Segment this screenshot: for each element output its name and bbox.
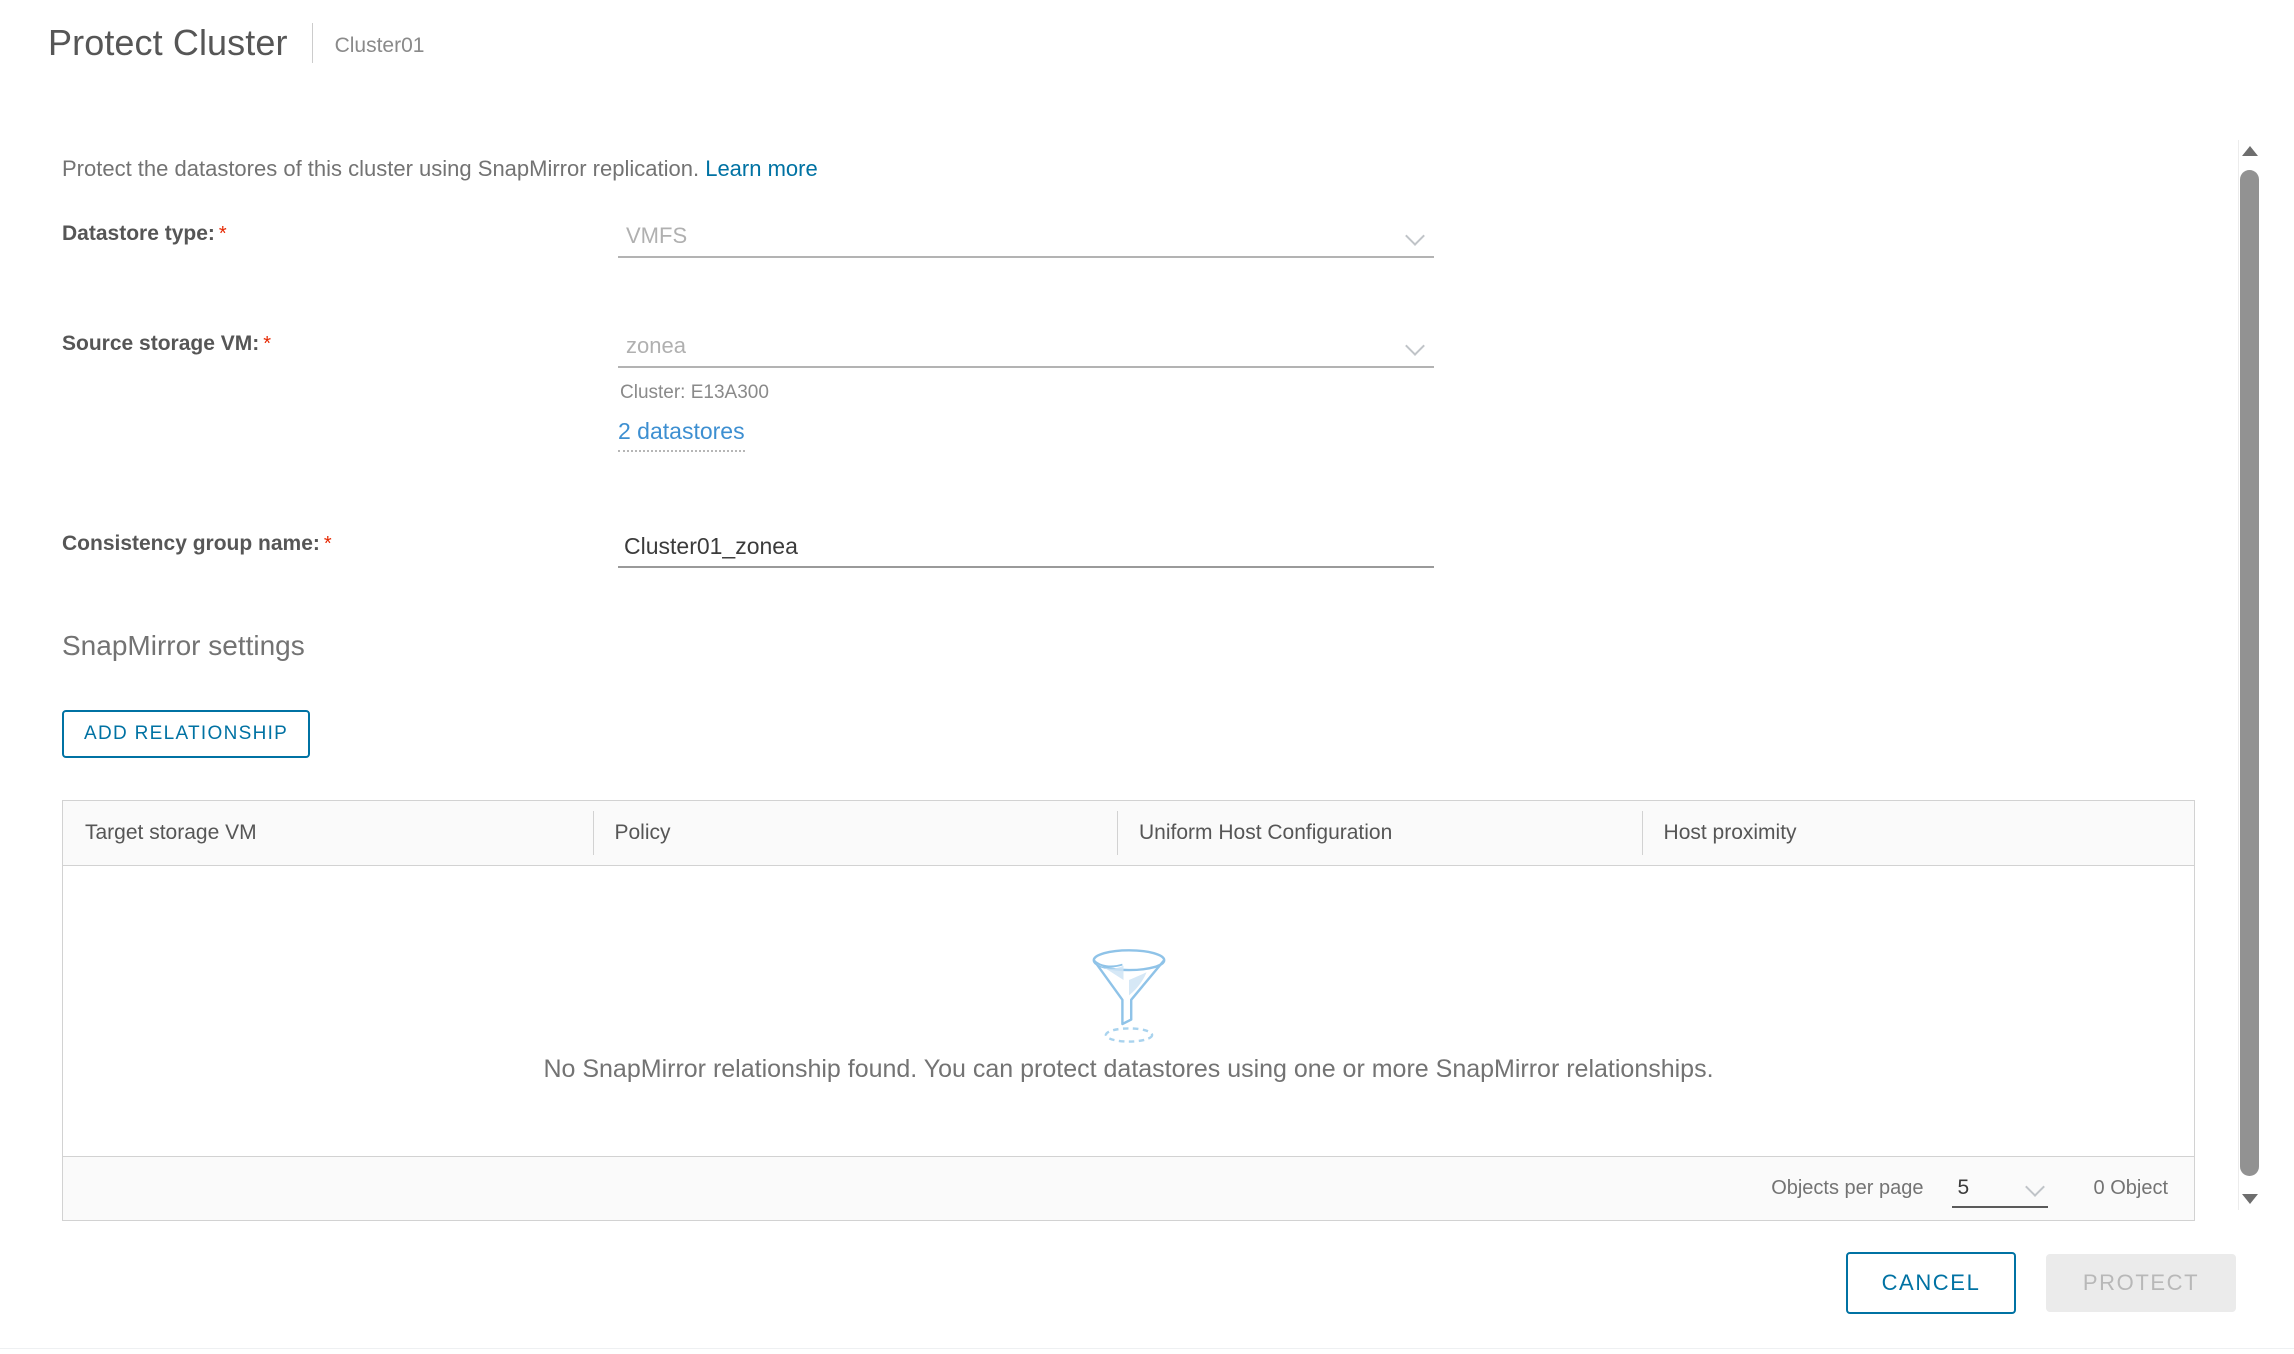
dialog-content: Protect the datastores of this cluster u… (0, 140, 2294, 1221)
snapmirror-settings-heading: SnapMirror settings (62, 630, 305, 661)
page-subtitle: Cluster01 (334, 34, 425, 57)
intro-text: Protect the datastores of this cluster u… (62, 156, 700, 181)
consistency-group-name-label: Consistency group name: * (62, 528, 618, 560)
objects-per-page-select[interactable]: 5 (1951, 1170, 2048, 1208)
source-storage-vm-value: zonea (626, 333, 686, 358)
chevron-down-icon (2026, 1178, 2046, 1198)
datastore-type-row: Datastore type: * VMFS (62, 218, 1462, 258)
consistency-group-name-input[interactable] (624, 528, 1424, 564)
protect-button: PROTECT (2046, 1254, 2236, 1312)
learn-more-link[interactable]: Learn more (705, 156, 818, 181)
snapmirror-relationships-table: Target storage VM Policy Uniform Host Co… (62, 800, 2195, 1221)
funnel-filter-icon (1092, 949, 1165, 1043)
page-header: Protect Cluster Cluster01 (0, 0, 2294, 63)
source-storage-vm-select[interactable]: zonea (618, 328, 1434, 368)
chevron-down-icon (1406, 337, 1426, 357)
source-storage-vm-row: Source storage VM: * zonea Cluster: E13A3… (62, 328, 1462, 452)
objects-per-page-value: 5 (1957, 1175, 1970, 1199)
source-storage-vm-field-col: zonea Cluster: E13A300 2 datastores (618, 328, 1434, 452)
consistency-group-name-row: Consistency group name: * (62, 528, 1462, 568)
dialog-footer-actions: CANCEL PROTECT (1846, 1252, 2236, 1314)
required-asterisk: * (263, 333, 272, 355)
header-divider (311, 23, 313, 63)
consistency-group-name-label-text: Consistency group name: (62, 532, 320, 555)
column-header-policy[interactable]: Policy (592, 801, 1118, 865)
empty-state-message: No SnapMirror relationship found. You ca… (543, 1055, 1714, 1083)
consistency-group-input-wrapper (618, 528, 1434, 568)
chevron-down-icon (1406, 227, 1426, 247)
table-footer: Objects per page 5 0 Object (63, 1156, 2194, 1220)
scrollbar-thumb[interactable] (2240, 170, 2259, 1176)
datastore-type-label: Datastore type: * (62, 218, 618, 250)
column-header-host-proximity[interactable]: Host proximity (1641, 801, 2194, 865)
total-objects-count: 0 Object (2093, 1177, 2168, 1199)
source-cluster-note: Cluster: E13A300 (620, 382, 769, 403)
table-header-row: Target storage VM Policy Uniform Host Co… (63, 801, 2194, 866)
column-header-uniform-host-configuration[interactable]: Uniform Host Configuration (1117, 801, 1642, 865)
vertical-scrollbar[interactable] (2238, 140, 2260, 1210)
add-relationship-button[interactable]: ADD RELATIONSHIP (62, 710, 311, 758)
cancel-button[interactable]: CANCEL (1846, 1252, 2016, 1314)
source-storage-vm-label-text: Source storage VM: (62, 332, 260, 355)
datastore-type-select[interactable]: VMFS (618, 218, 1434, 258)
caret-up-icon[interactable] (2242, 146, 2258, 156)
datastores-count-link[interactable]: 2 datastores (618, 416, 745, 452)
column-header-target-storage-vm[interactable]: Target storage VM (63, 801, 593, 865)
datastore-type-value: VMFS (626, 223, 688, 248)
bottom-divider (0, 1348, 2294, 1349)
required-asterisk: * (323, 533, 332, 555)
caret-down-icon[interactable] (2242, 1194, 2258, 1204)
objects-per-page-label: Objects per page (1771, 1177, 1924, 1199)
intro-description: Protect the datastores of this cluster u… (62, 154, 818, 184)
table-empty-state: No SnapMirror relationship found. You ca… (63, 866, 2194, 1156)
consistency-group-field-col (618, 528, 1434, 568)
source-storage-vm-label: Source storage VM: * (62, 328, 618, 360)
page-title: Protect Cluster (48, 22, 288, 63)
required-asterisk: * (218, 223, 227, 245)
datastore-type-field-col: VMFS (618, 218, 1434, 258)
datastore-type-label-text: Datastore type: (62, 222, 215, 245)
